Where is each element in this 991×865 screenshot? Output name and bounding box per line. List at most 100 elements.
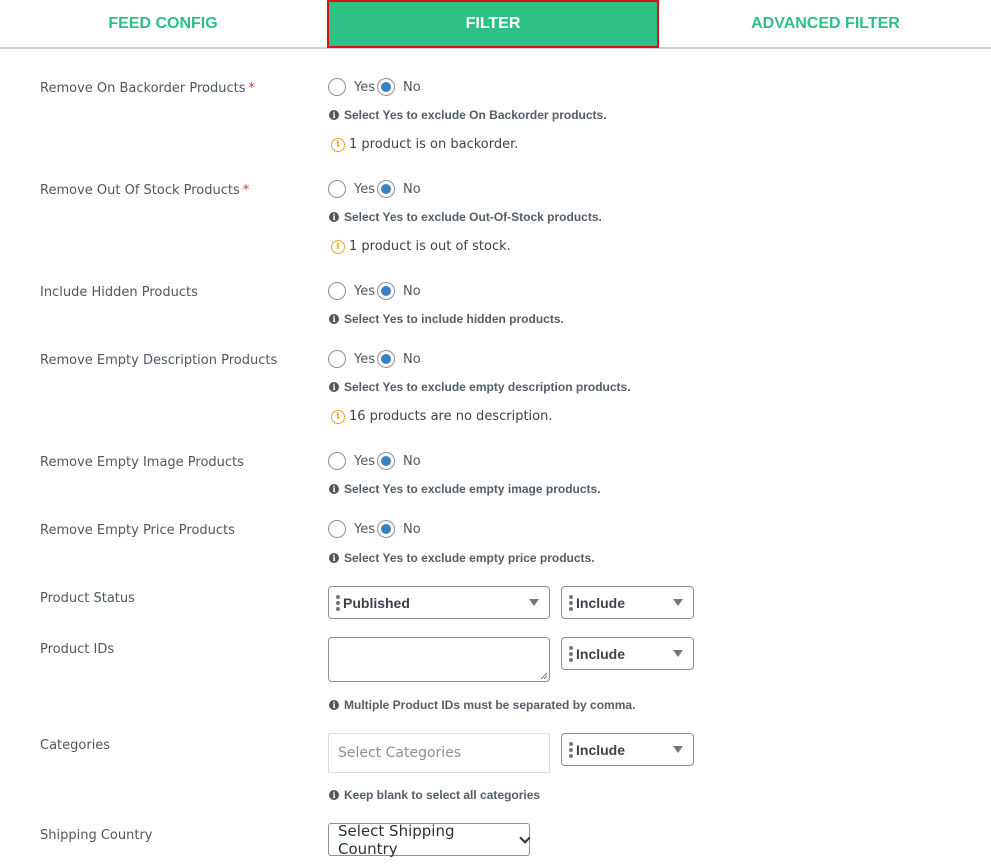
no-label: No — [403, 351, 421, 367]
label-text: Remove On Backorder Products — [40, 81, 246, 96]
product-status-select[interactable]: Published — [328, 586, 550, 619]
placeholder-text: Select Categories — [338, 745, 462, 761]
remove-out-of-stock-hint: i Select Yes to exclude Out-Of-Stock prod… — [329, 210, 602, 224]
info-icon: i — [329, 110, 339, 120]
required-mark: * — [248, 81, 256, 96]
no-label: No — [403, 521, 421, 537]
categories-hint: i Keep blank to select all categories — [329, 788, 540, 802]
caret-down-icon — [673, 650, 683, 657]
hint-text: Select Yes to exclude empty description … — [344, 380, 631, 394]
info-icon: i — [329, 314, 339, 324]
remove-empty-description-no-radio[interactable] — [377, 350, 395, 368]
remove-empty-description-radio-group: Yes No — [328, 350, 423, 368]
remove-empty-price-no-radio[interactable] — [377, 520, 395, 538]
warning-icon: i — [331, 239, 345, 254]
product-ids-hint: i Multiple Product IDs must be separated … — [329, 698, 635, 712]
info-icon: i — [329, 553, 339, 563]
remove-empty-price-radio-group: Yes No — [328, 520, 423, 538]
no-label: No — [403, 181, 421, 197]
no-label: No — [403, 283, 421, 299]
remove-empty-price-label: Remove Empty Price Products — [40, 523, 235, 538]
hint-text: Select Yes to exclude On Backorder produ… — [344, 108, 607, 122]
yes-label: Yes — [354, 453, 375, 469]
resize-handle-icon[interactable] — [540, 672, 547, 679]
remove-empty-image-label: Remove Empty Image Products — [40, 455, 244, 470]
shipping-country-select[interactable]: Select Shipping Country — [328, 822, 531, 858]
shipping-country-label: Shipping Country — [40, 828, 153, 843]
remove-empty-image-yes-radio[interactable] — [328, 452, 346, 470]
remove-out-of-stock-yes-radio[interactable] — [328, 180, 346, 198]
remove-backorder-label: Remove On Backorder Products * — [40, 81, 255, 96]
tab-filter[interactable]: FILTER — [327, 0, 659, 48]
tab-feed-config[interactable]: FEED CONFIG — [0, 0, 326, 48]
remove-out-of-stock-no-radio[interactable] — [377, 180, 395, 198]
product-status-condition-select[interactable]: Include — [561, 586, 694, 619]
info-icon: i — [329, 382, 339, 392]
caret-down-icon — [673, 599, 683, 606]
tab-bar: FEED CONFIG FILTER ADVANCED FILTER — [0, 0, 991, 49]
remove-empty-image-radio-group: Yes No — [328, 452, 423, 470]
label-text: Remove Empty Description Products — [40, 353, 278, 368]
yes-label: Yes — [354, 521, 375, 537]
info-icon: i — [329, 484, 339, 494]
drag-handle-icon — [568, 594, 574, 611]
yes-label: Yes — [354, 351, 375, 367]
include-hidden-yes-radio[interactable] — [328, 282, 346, 300]
product-ids-textarea[interactable] — [328, 637, 550, 682]
remove-backorder-no-radio[interactable] — [377, 78, 395, 96]
include-hidden-no-radio[interactable] — [377, 282, 395, 300]
warning-icon: i — [331, 137, 345, 152]
label-text: Remove Empty Price Products — [40, 523, 235, 538]
chevron-down-icon — [519, 831, 531, 844]
product-ids-condition-select[interactable]: Include — [561, 637, 694, 670]
selected-value: Published — [343, 594, 410, 611]
hint-text: Multiple Product IDs must be separated b… — [344, 698, 636, 712]
categories-label: Categories — [40, 738, 111, 753]
hint-text: Select Yes to exclude empty image produc… — [344, 482, 601, 496]
label-text: Remove Empty Image Products — [40, 455, 244, 470]
product-ids-label: Product IDs — [40, 642, 115, 657]
selected-value: Include — [576, 645, 626, 662]
include-hidden-radio-group: Yes No — [328, 282, 423, 300]
remove-empty-description-yes-radio[interactable] — [328, 350, 346, 368]
notice-text: 1 product is on backorder. — [349, 137, 519, 152]
categories-input[interactable]: Select Categories — [328, 733, 550, 773]
no-description-notice: i 16 products are no description. — [331, 409, 552, 424]
selected-value: Include — [576, 741, 626, 758]
include-hidden-hint: i Select Yes to include hidden products. — [329, 312, 564, 326]
info-icon: i — [329, 700, 339, 710]
remove-empty-price-yes-radio[interactable] — [328, 520, 346, 538]
no-label: No — [403, 79, 421, 95]
hint-text: Select Yes to include hidden products. — [344, 312, 564, 326]
remove-out-of-stock-radio-group: Yes No — [328, 180, 423, 198]
remove-out-of-stock-label: Remove Out Of Stock Products * — [40, 183, 249, 198]
remove-empty-price-hint: i Select Yes to exclude empty price produ… — [329, 551, 595, 565]
drag-handle-icon — [568, 645, 574, 662]
caret-down-icon — [673, 746, 683, 753]
remove-empty-description-label: Remove Empty Description Products — [40, 353, 277, 368]
no-label: No — [403, 453, 421, 469]
info-icon: i — [329, 790, 339, 800]
include-hidden-label: Include Hidden Products — [40, 285, 198, 300]
hint-text: Keep blank to select all categories — [344, 788, 541, 802]
drag-handle-icon — [568, 741, 574, 758]
label-text: Remove Out Of Stock Products — [40, 183, 240, 198]
label-text: Include Hidden Products — [40, 285, 198, 300]
yes-label: Yes — [354, 283, 375, 299]
notice-text: 16 products are no description. — [349, 409, 553, 424]
yes-label: Yes — [354, 181, 375, 197]
drag-handle-icon — [335, 594, 341, 611]
required-mark: * — [242, 183, 250, 198]
remove-backorder-radio-group: Yes No — [328, 78, 423, 96]
hint-text: Select Yes to exclude empty price produc… — [344, 551, 595, 565]
categories-condition-select[interactable]: Include — [561, 733, 694, 766]
remove-backorder-yes-radio[interactable] — [328, 78, 346, 96]
product-status-label: Product Status — [40, 591, 135, 606]
hint-text: Select Yes to exclude Out-Of-Stock produ… — [344, 210, 602, 224]
remove-empty-description-hint: i Select Yes to exclude empty description… — [329, 380, 631, 394]
info-icon: i — [329, 212, 339, 222]
notice-text: 1 product is out of stock. — [349, 239, 511, 254]
tab-advanced-filter[interactable]: ADVANCED FILTER — [660, 0, 991, 48]
warning-icon: i — [331, 409, 345, 424]
remove-empty-image-no-radio[interactable] — [377, 452, 395, 470]
